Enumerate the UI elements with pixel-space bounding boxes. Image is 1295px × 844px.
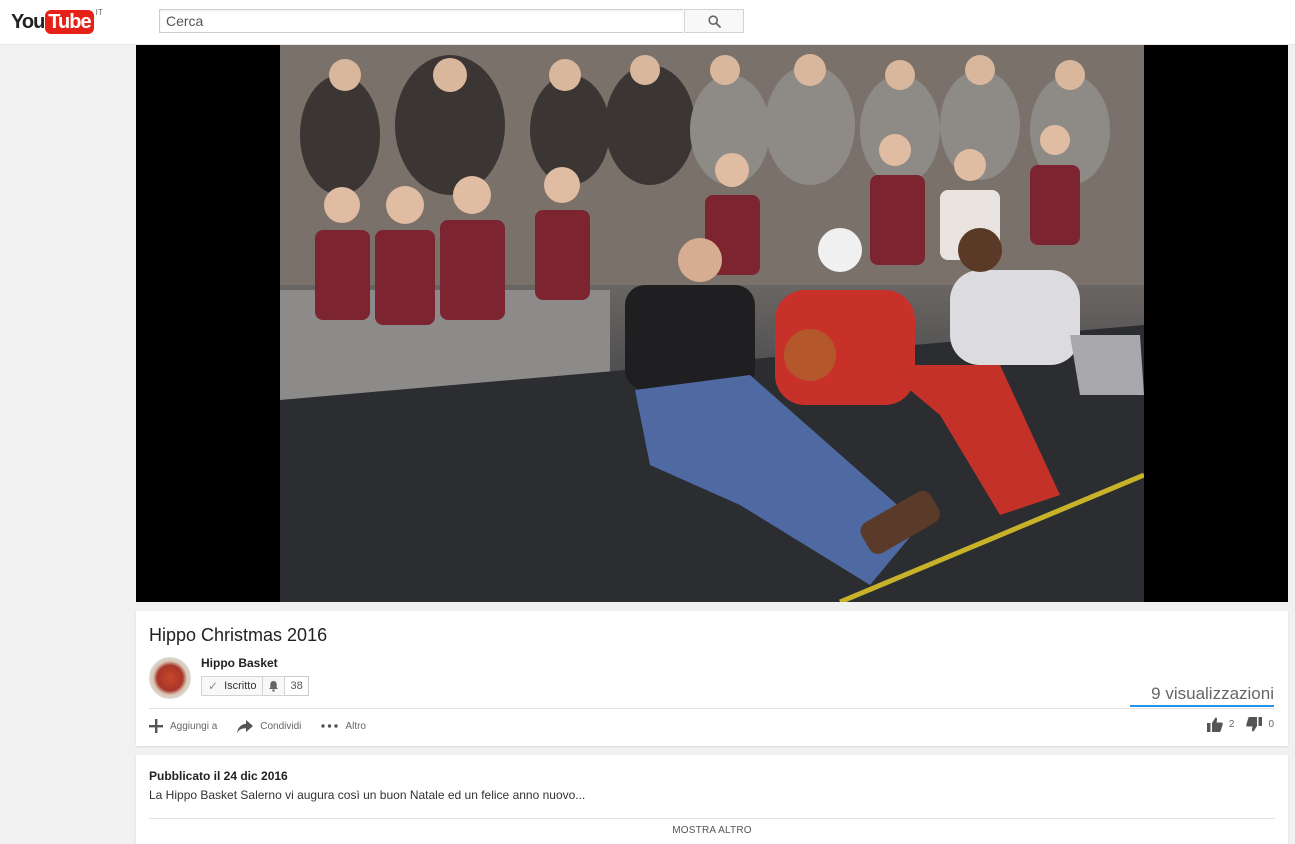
like-dislike-row: 2 0 [1195, 717, 1274, 732]
youtube-logo[interactable]: You Tube IT [11, 8, 103, 35]
more-label: Altro [345, 720, 366, 732]
like-button[interactable]: 2 [1206, 717, 1235, 732]
plus-icon [149, 719, 163, 733]
share-icon [237, 719, 254, 733]
video-info-card: Hippo Christmas 2016 Hippo Basket ✓ Iscr… [136, 611, 1288, 746]
info-divider [149, 708, 1275, 709]
masthead: You Tube IT [0, 0, 1295, 45]
description-text: La Hippo Basket Salerno vi augura così u… [149, 788, 586, 802]
subscribed-label: Iscritto [224, 680, 257, 692]
show-more-button[interactable]: MOSTRA ALTRO [149, 825, 1275, 836]
subscriber-count: 38 [285, 676, 309, 696]
notification-bell-button[interactable] [263, 676, 286, 696]
logo-text-you: You [11, 11, 45, 33]
video-player[interactable] [136, 45, 1288, 602]
share-label: Condividi [260, 720, 302, 732]
view-count: 9 visualizzazioni [1151, 684, 1274, 703]
description-divider [149, 818, 1275, 819]
add-to-button[interactable]: Aggiungi a [149, 717, 217, 735]
video-title: Hippo Christmas 2016 [149, 625, 328, 645]
share-button[interactable]: Condividi [237, 717, 301, 735]
search-icon [707, 14, 721, 28]
dislike-count: 0 [1268, 719, 1274, 730]
logo-text-tube: Tube [45, 10, 94, 34]
check-icon: ✓ [208, 679, 219, 693]
channel-avatar[interactable] [149, 657, 191, 699]
search-button[interactable] [684, 9, 744, 33]
search-box [159, 9, 683, 33]
sentiment-bar [1130, 705, 1274, 707]
bell-icon [269, 681, 279, 692]
subscribe-group: ✓ Iscritto 38 [201, 676, 309, 696]
more-button[interactable]: Altro [321, 717, 366, 735]
description-card: Pubblicato il 24 dic 2016 La Hippo Baske… [136, 755, 1288, 844]
channel-name[interactable]: Hippo Basket [201, 656, 278, 670]
logo-country-code: IT [95, 8, 103, 17]
publish-date: Pubblicato il 24 dic 2016 [149, 769, 288, 783]
thumbs-down-icon [1246, 717, 1263, 732]
dislike-button[interactable]: 0 [1246, 717, 1274, 732]
video-frame[interactable] [280, 45, 1144, 602]
thumbs-up-icon [1206, 717, 1223, 732]
action-row: Aggiungi a Condividi Altro [149, 717, 386, 735]
subscribed-button[interactable]: ✓ Iscritto [201, 676, 264, 696]
like-count: 2 [1228, 719, 1235, 730]
search-input[interactable] [160, 10, 683, 32]
video-thumbnail-image [280, 45, 1144, 602]
more-dots-icon [321, 724, 339, 728]
add-to-label: Aggiungi a [170, 720, 218, 732]
